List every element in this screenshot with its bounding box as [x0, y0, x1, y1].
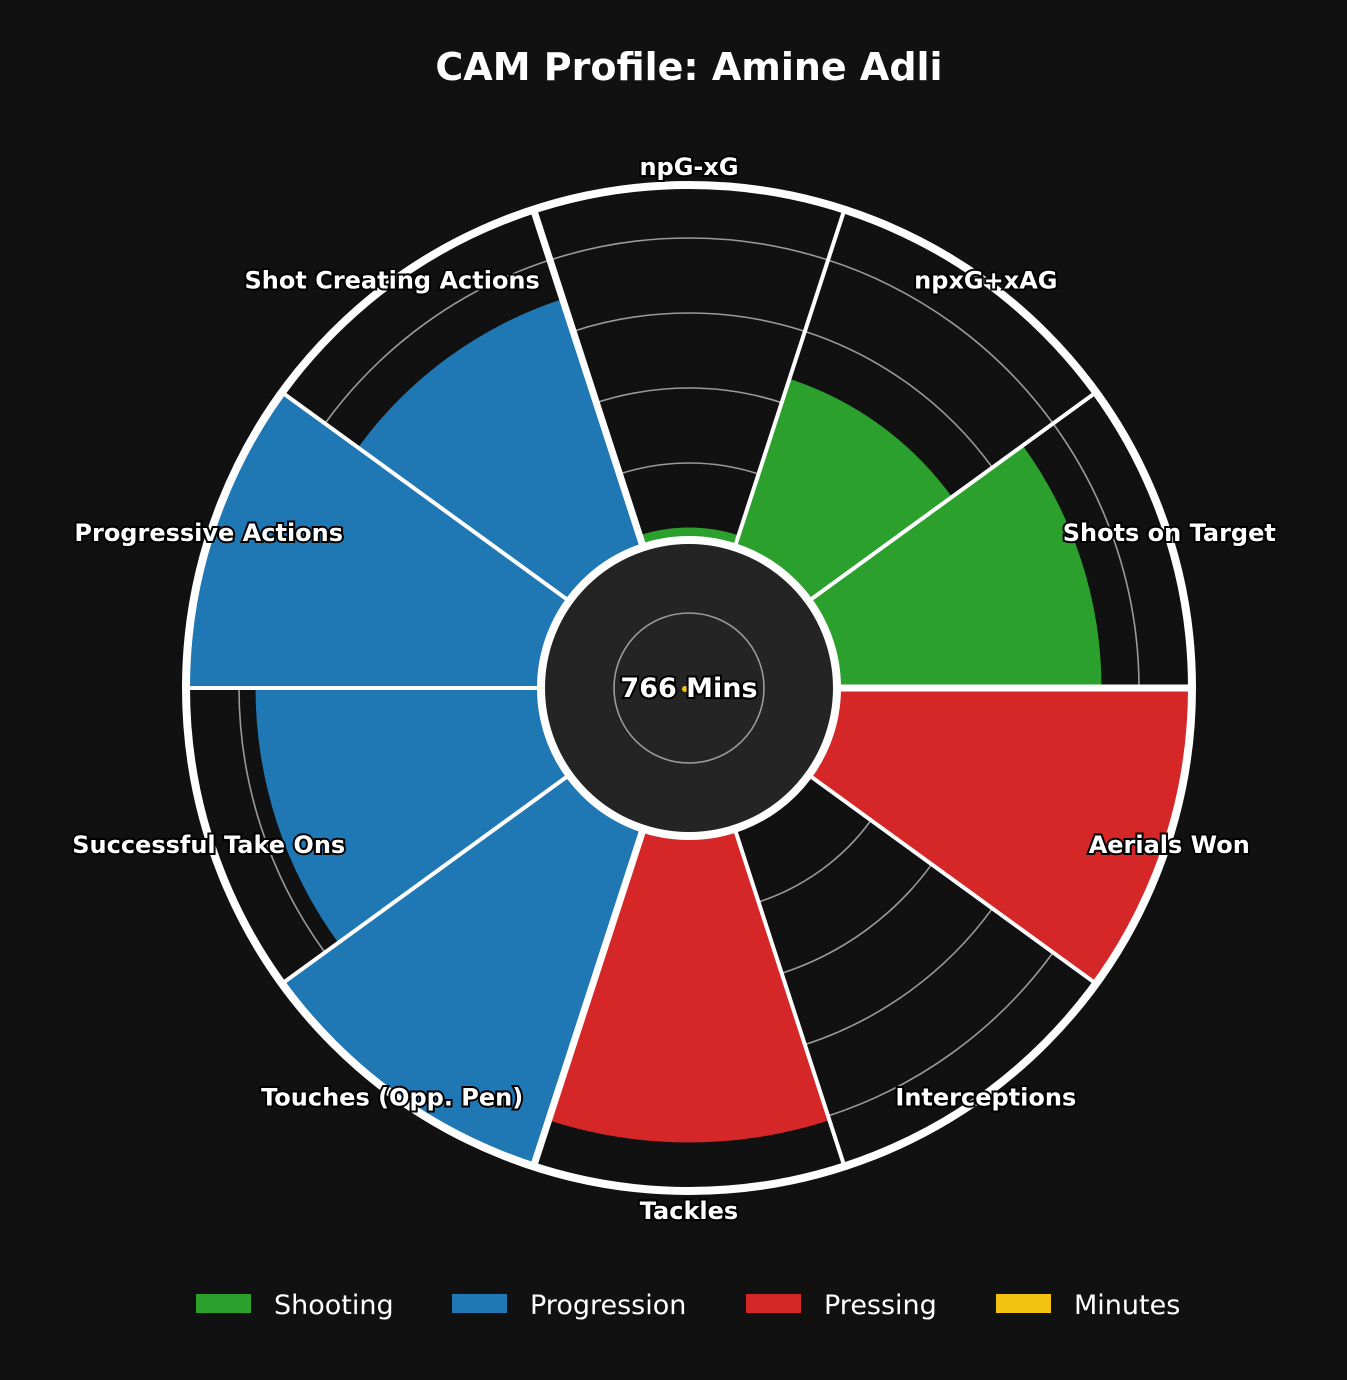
- gridline-arc: [804, 907, 994, 1046]
- gridline-arc: [758, 819, 872, 903]
- gridline-arc: [572, 312, 806, 333]
- category-label: Tackles: [640, 1197, 738, 1225]
- chart-title: CAM Profile: Amine Adli: [435, 45, 942, 89]
- gridline-arc: [549, 237, 829, 261]
- legend-label: Shooting: [274, 1290, 394, 1321]
- category-label: Progressive Actions: [74, 519, 343, 547]
- category-label: npG-xG: [639, 153, 738, 181]
- category-label: Interceptions: [895, 1084, 1076, 1112]
- category-label: Shot Creating Actions: [245, 266, 540, 294]
- center-label: 766 Mins: [620, 673, 757, 704]
- pizza-chart: CAM Profile: Amine Adli 766 Mins npG-xG n…: [70, 45, 1278, 1321]
- category-label: Aerials Won: [1089, 831, 1250, 859]
- legend-label: Pressing: [824, 1290, 937, 1321]
- legend-label: Progression: [530, 1290, 686, 1321]
- legend-swatch: [746, 1294, 801, 1313]
- gridline-arc: [596, 387, 782, 404]
- category-label: Shots on Target: [1063, 519, 1276, 547]
- legend-swatch: [996, 1294, 1051, 1313]
- gridline-arc: [619, 462, 759, 475]
- legend-swatch: [196, 1294, 251, 1313]
- legend-label: Minutes: [1074, 1290, 1180, 1321]
- category-label: npxG+xAG: [914, 266, 1057, 294]
- legend: Shooting Progression Pressing Minutes: [196, 1290, 1180, 1321]
- legend-swatch: [452, 1294, 507, 1313]
- category-label: Touches (Opp. Pen): [261, 1084, 523, 1112]
- category-label: Successful Take Ons: [72, 831, 345, 859]
- center-layer: 766 Mins: [537, 536, 841, 840]
